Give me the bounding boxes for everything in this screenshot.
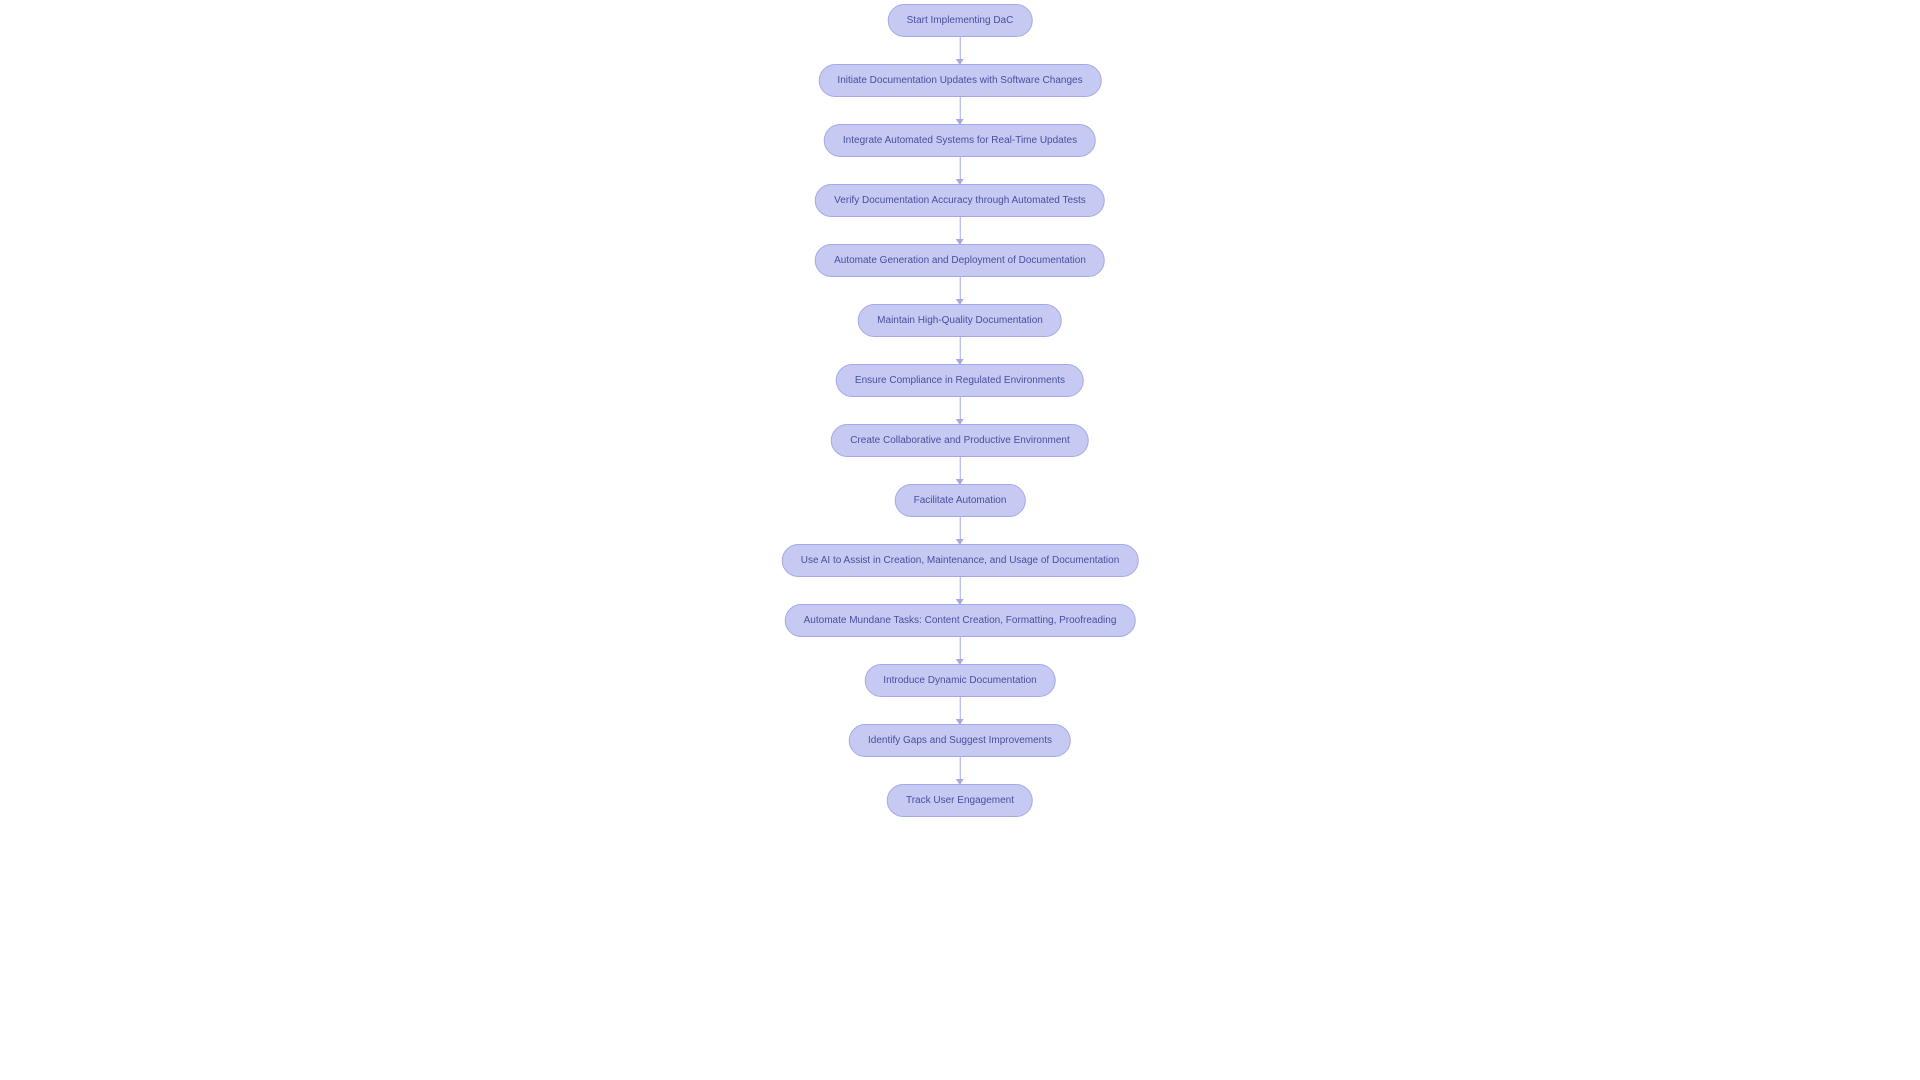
node-label: Ensure Compliance in Regulated Environme… xyxy=(855,375,1065,386)
node-label: Automate Generation and Deployment of Do… xyxy=(834,255,1086,266)
node-label: Maintain High-Quality Documentation xyxy=(877,315,1043,326)
flowchart-node: Initiate Documentation Updates with Soft… xyxy=(818,64,1101,97)
flowchart-node: Start Implementing DaC xyxy=(888,4,1033,37)
flowchart-arrow xyxy=(959,397,960,424)
flowchart-arrow xyxy=(959,277,960,304)
flowchart-arrow xyxy=(959,457,960,484)
flowchart-arrow xyxy=(959,697,960,724)
flowchart-node: Create Collaborative and Productive Envi… xyxy=(831,424,1089,457)
node-label: Use AI to Assist in Creation, Maintenanc… xyxy=(801,555,1120,566)
node-label: Integrate Automated Systems for Real-Tim… xyxy=(843,135,1077,146)
flowchart-arrow xyxy=(959,637,960,664)
flowchart-arrow xyxy=(959,157,960,184)
flowchart-arrow xyxy=(959,97,960,124)
flowchart-arrow xyxy=(959,757,960,784)
node-label: Introduce Dynamic Documentation xyxy=(883,675,1036,686)
flowchart-node: Maintain High-Quality Documentation xyxy=(858,304,1062,337)
flowchart-arrow xyxy=(959,577,960,604)
flowchart-node: Introduce Dynamic Documentation xyxy=(864,664,1055,697)
node-label: Automate Mundane Tasks: Content Creation… xyxy=(804,615,1117,626)
node-label: Verify Documentation Accuracy through Au… xyxy=(834,195,1086,206)
flowchart-node: Ensure Compliance in Regulated Environme… xyxy=(836,364,1084,397)
flowchart-node: Automate Generation and Deployment of Do… xyxy=(815,244,1105,277)
flowchart-node: Automate Mundane Tasks: Content Creation… xyxy=(785,604,1136,637)
flowchart-arrow xyxy=(959,37,960,64)
flowchart-node: Identify Gaps and Suggest Improvements xyxy=(849,724,1071,757)
flowchart-node: Verify Documentation Accuracy through Au… xyxy=(815,184,1105,217)
flowchart-node: Track User Engagement xyxy=(887,784,1033,817)
node-label: Create Collaborative and Productive Envi… xyxy=(850,435,1070,446)
node-label: Identify Gaps and Suggest Improvements xyxy=(868,735,1052,746)
flowchart-node: Use AI to Assist in Creation, Maintenanc… xyxy=(782,544,1139,577)
node-label: Initiate Documentation Updates with Soft… xyxy=(837,75,1082,86)
flowchart-node: Integrate Automated Systems for Real-Tim… xyxy=(824,124,1096,157)
flowchart-arrow xyxy=(959,517,960,544)
flowchart-arrow xyxy=(959,337,960,364)
node-label: Start Implementing DaC xyxy=(907,15,1014,26)
flowchart-container: Start Implementing DaC Initiate Document… xyxy=(782,4,1139,817)
flowchart-node: Facilitate Automation xyxy=(895,484,1026,517)
flowchart-arrow xyxy=(959,217,960,244)
node-label: Facilitate Automation xyxy=(914,495,1007,506)
node-label: Track User Engagement xyxy=(906,795,1014,806)
